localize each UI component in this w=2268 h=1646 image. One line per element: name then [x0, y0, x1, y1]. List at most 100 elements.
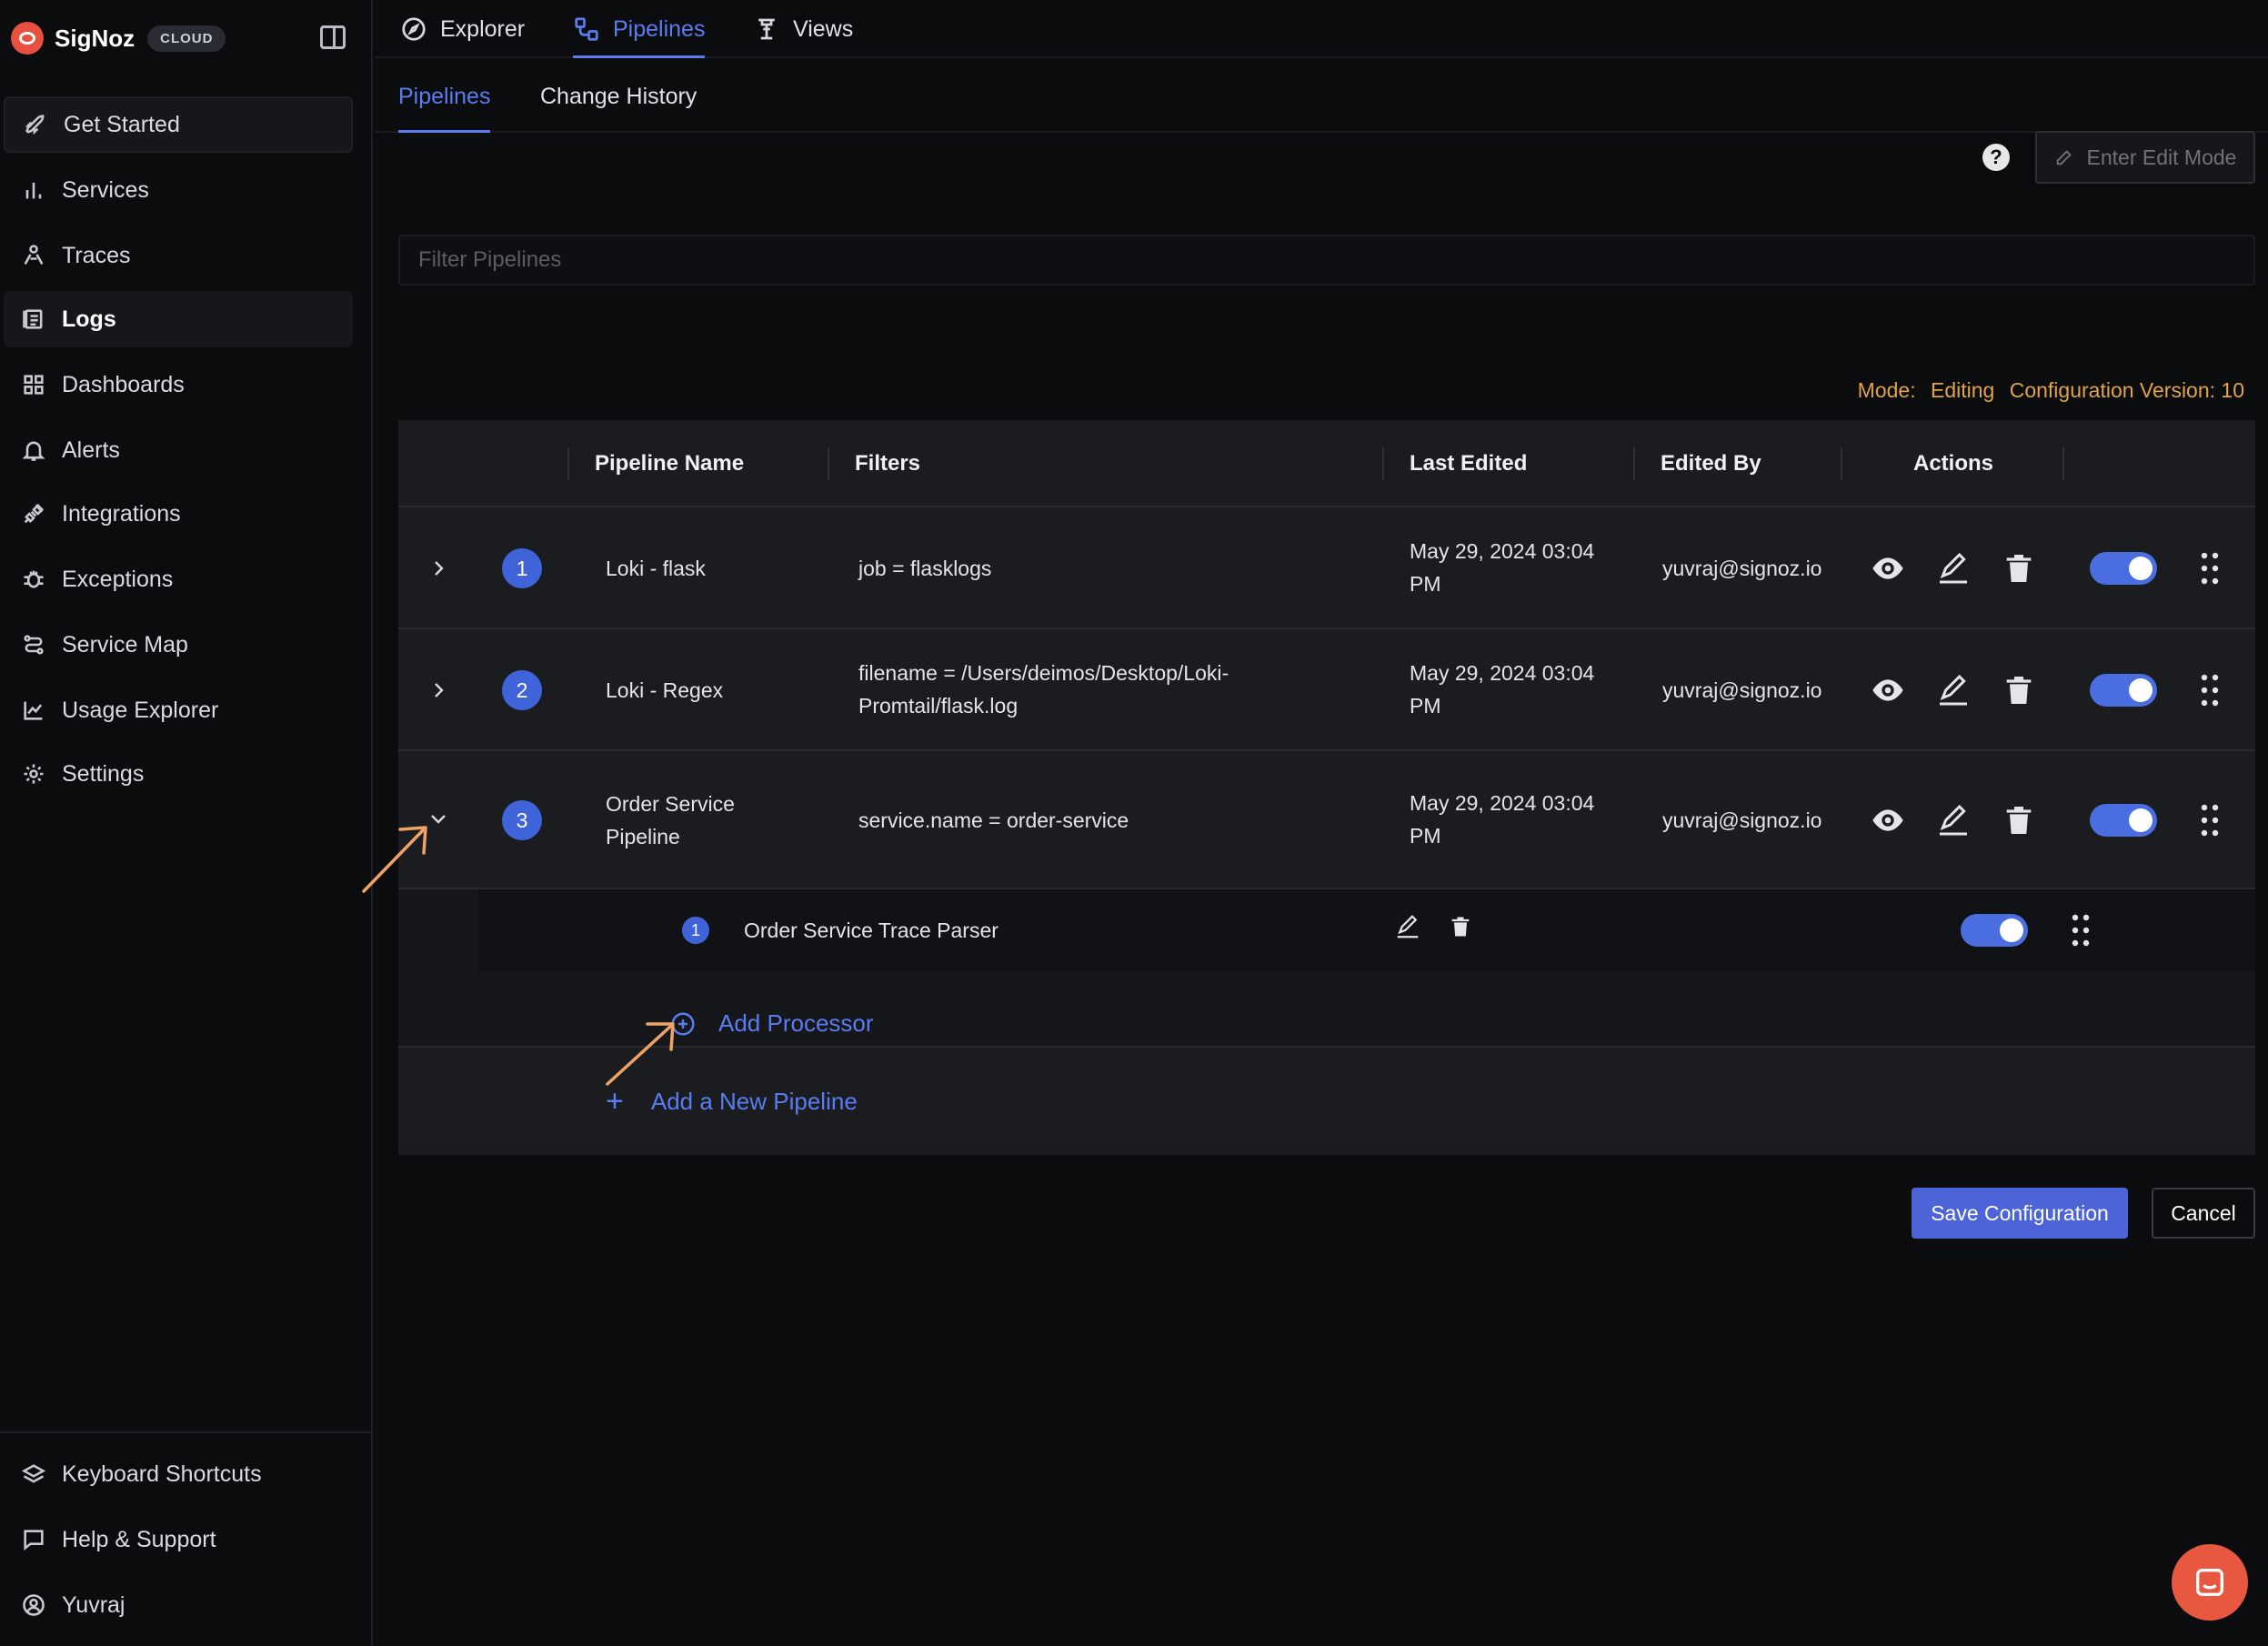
- sidebar-item-alerts[interactable]: Alerts: [4, 422, 353, 478]
- sidebar-item-label: Dashboards: [62, 371, 185, 397]
- signoz-logo-icon: [11, 22, 44, 55]
- sidebar-item-user[interactable]: Yuvraj: [4, 1577, 353, 1633]
- brand[interactable]: SigNoz CLOUD: [11, 20, 226, 56]
- trash-icon[interactable]: [1999, 548, 2039, 588]
- tab-label: Pipelines: [613, 15, 706, 42]
- sidebar-item-service-map[interactable]: Service Map: [4, 617, 353, 673]
- chevron-right-icon[interactable]: [427, 557, 449, 579]
- chat-launcher-button[interactable]: [2172, 1544, 2248, 1621]
- eye-icon[interactable]: [1868, 800, 1908, 840]
- add-new-pipeline-button[interactable]: + Add a New Pipeline: [606, 1084, 858, 1119]
- subtab-change-history[interactable]: Change History: [540, 60, 697, 133]
- sidebar-item-exceptions[interactable]: Exceptions: [4, 551, 353, 607]
- sidebar-collapse-icon[interactable]: [320, 25, 346, 49]
- sidebar-item-services[interactable]: Services: [4, 162, 353, 218]
- chevron-right-icon[interactable]: [427, 679, 449, 701]
- last-edited-time: PM: [1410, 572, 1441, 596]
- mode-label: Mode:: [1857, 378, 1916, 402]
- pipeline-enabled-toggle[interactable]: [2090, 804, 2157, 837]
- add-processor-button[interactable]: Add Processor: [669, 1009, 874, 1038]
- tower-icon: [758, 18, 775, 40]
- filter-pipelines-input[interactable]: [398, 235, 2255, 286]
- sidebar: SigNoz CLOUD Get Started Services Traces…: [0, 0, 373, 1646]
- tab-label: Explorer: [440, 15, 526, 42]
- route-map-icon: [20, 631, 47, 658]
- sidebar-item-label: Usage Explorer: [62, 697, 219, 723]
- drag-handle-icon[interactable]: [2199, 550, 2221, 587]
- enter-edit-mode-button[interactable]: Enter Edit Mode: [2035, 131, 2255, 184]
- rocket-icon: [22, 111, 49, 138]
- sidebar-item-label: Service Map: [62, 631, 188, 657]
- sidebar-item-dashboards[interactable]: Dashboards: [4, 356, 353, 413]
- sidebar-item-integrations[interactable]: Integrations: [4, 486, 353, 542]
- edit-pencil-icon[interactable]: [1933, 548, 1973, 588]
- header-edited-by: Edited By: [1661, 451, 1761, 476]
- sidebar-item-label: Integrations: [62, 500, 181, 527]
- pipeline-enabled-toggle[interactable]: [2090, 674, 2157, 707]
- annotation-arrow-icon: [362, 826, 427, 893]
- pipeline-filter: job = flasklogs: [858, 557, 992, 580]
- user-circle-icon: [20, 1591, 47, 1619]
- mode-value: Editing: [1931, 378, 1995, 402]
- sidebar-item-get-started[interactable]: Get Started: [4, 96, 353, 153]
- tab-views[interactable]: Views: [753, 0, 853, 58]
- sidebar-item-label: Keyboard Shortcuts: [62, 1460, 262, 1487]
- processor-row[interactable]: 1 Order Service Trace Parser: [478, 889, 2255, 971]
- sidebar-item-usage-explorer[interactable]: Usage Explorer: [4, 682, 353, 738]
- sidebar-item-keyboard-shortcuts[interactable]: Keyboard Shortcuts: [4, 1446, 353, 1502]
- table-row[interactable]: 2 Loki - Regex filename = /Users/deimos/…: [398, 629, 2255, 751]
- column-separator: [1382, 447, 1384, 480]
- drag-handle-icon[interactable]: [2199, 802, 2221, 838]
- logs-icon: [20, 306, 47, 333]
- sidebar-item-label: Yuvraj: [62, 1591, 125, 1618]
- column-separator: [828, 447, 829, 480]
- sidebar-item-traces[interactable]: Traces: [4, 227, 353, 284]
- tab-pipelines[interactable]: Pipelines: [573, 0, 706, 58]
- subtab-pipelines[interactable]: Pipelines: [398, 60, 491, 133]
- processor-enabled-toggle[interactable]: [1961, 914, 2028, 947]
- eye-icon[interactable]: [1868, 548, 1908, 588]
- trash-icon[interactable]: [1444, 910, 1477, 943]
- grid-icon: [20, 371, 47, 398]
- compass-icon: [402, 17, 426, 41]
- table-row[interactable]: 1 Loki - flask job = flasklogs May 29, 2…: [398, 507, 2255, 629]
- tab-explorer[interactable]: Explorer: [400, 0, 525, 58]
- sidebar-item-label: Exceptions: [62, 566, 174, 592]
- header-pipeline-name: Pipeline Name: [595, 451, 745, 476]
- header-last-edited: Last Edited: [1410, 451, 1528, 476]
- column-separator: [567, 447, 569, 480]
- sidebar-item-help-support[interactable]: Help & Support: [4, 1511, 353, 1568]
- cancel-button[interactable]: Cancel: [2152, 1188, 2255, 1239]
- configuration-version: Configuration Version: 10: [2009, 378, 2244, 402]
- top-tabs: Explorer Pipelines Views: [375, 0, 2268, 58]
- button-label: Enter Edit Mode: [2086, 145, 2237, 169]
- sidebar-item-settings[interactable]: Settings: [4, 746, 353, 802]
- edit-pencil-icon[interactable]: [1933, 670, 1973, 710]
- sub-tabs: Pipelines Change History: [375, 60, 2268, 133]
- help-icon[interactable]: ?: [1982, 144, 2010, 171]
- trash-icon[interactable]: [1999, 800, 2039, 840]
- annotation-arrow-icon: [606, 1022, 675, 1086]
- pipeline-index-badge: 2: [502, 670, 542, 710]
- pipeline-index-badge: 3: [502, 800, 542, 840]
- edited-by: yuvraj@signoz.io: [1662, 678, 1822, 702]
- trash-icon[interactable]: [1999, 670, 2039, 710]
- drag-handle-icon[interactable]: [2070, 912, 2092, 948]
- sidebar-item-label: Traces: [62, 242, 131, 268]
- table-row[interactable]: 3 Order Service Pipeline service.name = …: [398, 751, 2255, 889]
- header-filters: Filters: [855, 451, 921, 476]
- brand-name: SigNoz: [55, 24, 135, 52]
- pipeline-enabled-toggle[interactable]: [2090, 552, 2157, 585]
- sidebar-item-logs[interactable]: Logs: [4, 291, 353, 347]
- drag-handle-icon[interactable]: [2199, 672, 2221, 708]
- layers-icon: [20, 1460, 47, 1488]
- header-actions: Actions: [1913, 451, 1994, 476]
- mode-indicator: Mode: Editing Configuration Version: 10: [1858, 378, 2244, 403]
- plug-icon: [20, 500, 47, 527]
- eye-icon[interactable]: [1868, 670, 1908, 710]
- edit-pencil-icon[interactable]: [1391, 910, 1424, 943]
- save-configuration-button[interactable]: Save Configuration: [1912, 1188, 2128, 1239]
- pipeline-filter: service.name = order-service: [858, 808, 1129, 832]
- pipeline-filter-continued: Promtail/flask.log: [858, 694, 1019, 718]
- edit-pencil-icon[interactable]: [1933, 800, 1973, 840]
